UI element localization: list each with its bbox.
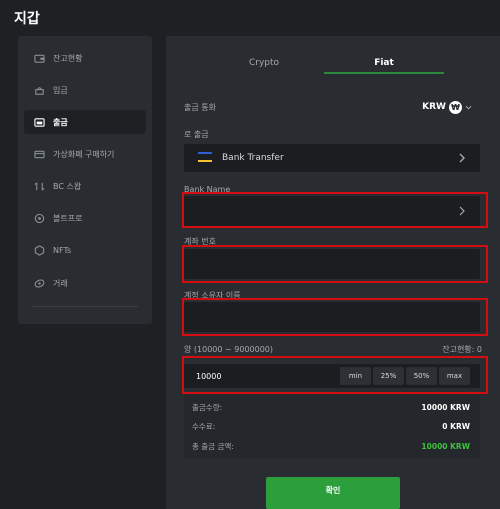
won-icon: ₩ <box>449 100 462 114</box>
highlight-account-number <box>182 245 488 283</box>
summary-total-label: 총 출금 금액: <box>192 441 234 451</box>
nft-icon <box>34 244 45 256</box>
bank-logo-icon <box>198 150 212 166</box>
sidebar-item-vault-pro[interactable]: 볼트프로 <box>24 206 146 230</box>
currency-label: 출금 통화 <box>184 103 216 112</box>
currency-code: KRW <box>422 102 446 112</box>
method-label: 로 출금 <box>184 130 209 139</box>
sidebar-item-bc-swap[interactable]: BC 스왑 <box>24 174 146 198</box>
withdraw-method-select[interactable]: Bank Transfer <box>184 144 480 172</box>
sidebar-item-balance[interactable]: 잔고현황 <box>24 46 146 70</box>
sidebar-item-transactions[interactable]: 거래 <box>24 271 146 295</box>
sidebar-item-nfts[interactable]: NFTs <box>24 238 146 262</box>
summary-total-value: 10000 KRW <box>421 441 470 451</box>
summary-fee-value: 0 KRW <box>442 421 470 431</box>
tab-crypto[interactable]: Crypto <box>204 52 324 74</box>
sidebar: 잔고현황 입금 출금 가상화폐 구매하기 BC 스왑 볼트프로 NFTs 거래 <box>18 36 152 324</box>
sidebar-item-withdraw[interactable]: 출금 <box>24 110 146 134</box>
transactions-icon <box>34 278 45 289</box>
summary-amount-label: 출금수량: <box>192 402 223 412</box>
summary-row-total: 총 출금 금액: 10000 KRW <box>192 439 470 453</box>
sidebar-item-buy-crypto[interactable]: 가상화폐 구매하기 <box>24 142 146 166</box>
card-icon <box>34 149 45 160</box>
page-title: 지갑 <box>14 11 40 27</box>
sidebar-item-label: 잔고현황 <box>53 53 83 63</box>
sidebar-item-label: 볼트프로 <box>53 213 83 223</box>
sidebar-divider <box>32 306 138 307</box>
vault-icon <box>34 213 45 224</box>
sidebar-item-label: 입금 <box>53 85 68 95</box>
chevron-right-icon <box>458 153 466 163</box>
sidebar-item-label: NFTs <box>53 245 72 255</box>
withdraw-panel: Crypto Fiat 출금 통화 KRW ₩ 로 출금 Bank Transf… <box>166 36 500 509</box>
confirm-button[interactable]: 확인 <box>266 477 400 509</box>
currency-select[interactable]: KRW ₩ <box>422 100 472 114</box>
deposit-icon <box>34 85 45 96</box>
wallet-icon <box>34 53 45 64</box>
balance-label: 잔고현황: 0 <box>442 345 482 354</box>
tab-bar: Crypto Fiat <box>184 52 484 74</box>
withdraw-summary: 출금수량: 10000 KRW 수수료: 0 KRW 총 출금 금액: 1000… <box>184 394 480 458</box>
amount-label: 양 (10000 ~ 9000000) <box>184 345 274 354</box>
sidebar-item-label: 가상화폐 구매하기 <box>53 149 115 159</box>
summary-amount-value: 10000 KRW <box>421 402 470 412</box>
tab-fiat[interactable]: Fiat <box>324 52 444 74</box>
swap-icon <box>34 181 45 192</box>
summary-fee-label: 수수료: <box>192 421 216 431</box>
chevron-down-icon <box>465 104 472 111</box>
sidebar-item-deposit[interactable]: 입금 <box>24 78 146 102</box>
withdraw-icon <box>34 117 45 128</box>
method-value: Bank Transfer <box>222 153 284 163</box>
highlight-account-holder <box>182 298 488 336</box>
highlight-bank-name <box>182 192 488 228</box>
summary-row-amount: 출금수량: 10000 KRW <box>192 400 470 414</box>
sidebar-item-label: 출금 <box>53 117 68 127</box>
highlight-amount <box>182 356 488 394</box>
sidebar-item-label: BC 스왑 <box>53 181 82 191</box>
sidebar-item-label: 거래 <box>53 278 68 288</box>
summary-row-fee: 수수료: 0 KRW <box>192 419 470 433</box>
